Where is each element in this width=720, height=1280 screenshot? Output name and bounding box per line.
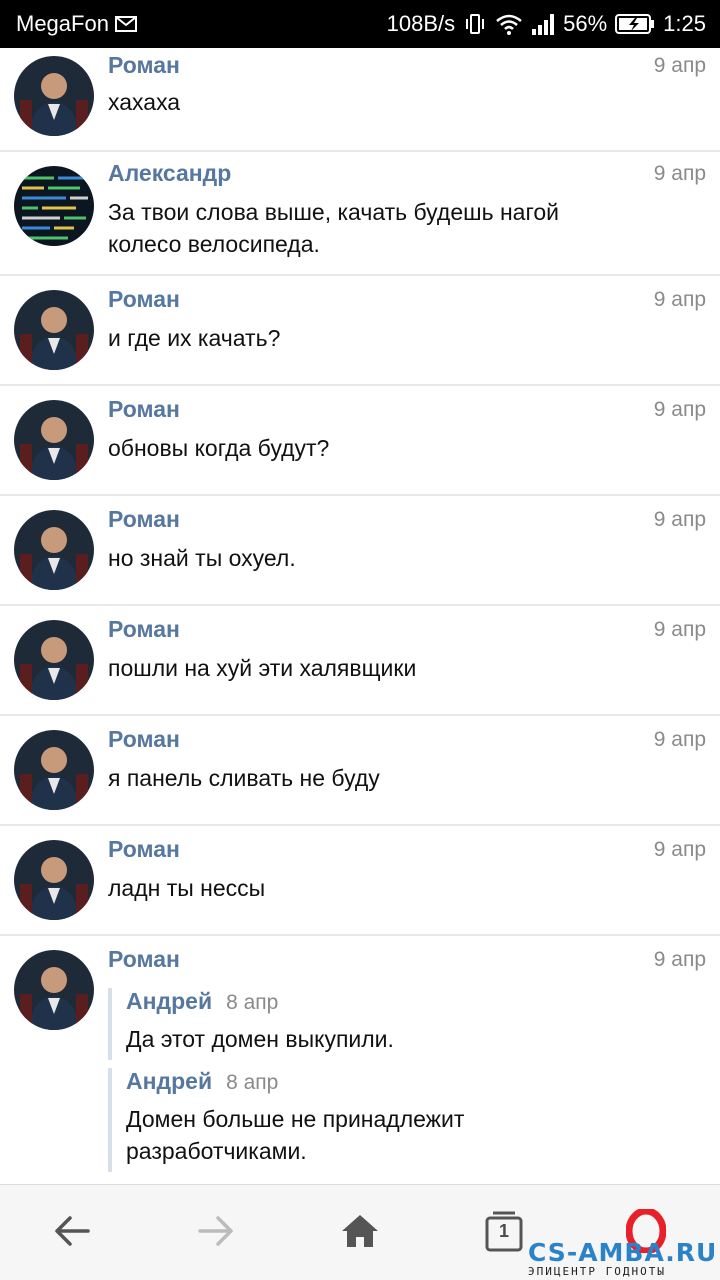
quoted-message[interactable]: Андрей 8 апр Домен больше не принадлежит … bbox=[108, 1068, 668, 1172]
message-author[interactable]: Роман bbox=[108, 836, 180, 863]
message-item[interactable]: Роман 9 апр и где их качать? bbox=[0, 276, 720, 386]
avatar[interactable] bbox=[14, 950, 94, 1030]
message-text: обновы когда будут? bbox=[108, 435, 330, 461]
message-author[interactable]: Роман bbox=[108, 726, 180, 753]
message-date: 9 апр bbox=[653, 618, 706, 641]
status-bar: MegaFon 108B/s 56% 1:25 bbox=[0, 0, 720, 48]
message-feed[interactable]: Роман 9 апр хахаха Александр 9 апр За тв… bbox=[0, 48, 720, 1184]
message-item[interactable]: Александр 9 апр За твои слова выше, кача… bbox=[0, 152, 720, 276]
avatar[interactable] bbox=[14, 166, 94, 246]
message-item[interactable]: Роман 9 апр но знай ты охуел. bbox=[0, 496, 720, 606]
message-text: и где их качать? bbox=[108, 325, 281, 351]
message-text: но знай ты охуел. bbox=[108, 545, 296, 571]
message-date: 9 апр bbox=[653, 162, 706, 185]
message-text: ладн ты нессы bbox=[108, 875, 266, 901]
message-date: 9 апр bbox=[653, 508, 706, 531]
clock: 1:25 bbox=[663, 11, 706, 36]
network-speed: 108B/s bbox=[386, 11, 456, 36]
quoted-author[interactable]: Андрей bbox=[126, 1068, 212, 1095]
avatar[interactable] bbox=[14, 56, 94, 136]
vibrate-icon bbox=[463, 12, 487, 36]
message-author[interactable]: Роман bbox=[108, 506, 180, 533]
forward-arrow-icon bbox=[198, 1215, 234, 1252]
quoted-text: Да этот домен выкупили. bbox=[126, 1026, 394, 1052]
message-date: 9 апр bbox=[653, 288, 706, 311]
avatar[interactable] bbox=[14, 290, 94, 370]
message-item[interactable]: Роман 9 апр хахаха bbox=[0, 48, 720, 152]
tabs-count: 1 bbox=[499, 1221, 510, 1241]
message-item[interactable]: Роман 9 апр обновы когда будут? bbox=[0, 386, 720, 496]
home-icon bbox=[340, 1213, 380, 1254]
mail-icon bbox=[114, 15, 137, 33]
message-date: 9 апр bbox=[653, 838, 706, 861]
message-author[interactable]: Роман bbox=[108, 946, 180, 973]
quoted-author[interactable]: Андрей bbox=[126, 988, 212, 1015]
avatar[interactable] bbox=[14, 510, 94, 590]
message-item[interactable]: Роман 9 апр Андрей 8 апр Да этот домен вы… bbox=[0, 936, 720, 1184]
message-item[interactable]: Роман 9 апр я панель сливать не буду bbox=[0, 716, 720, 826]
avatar[interactable] bbox=[14, 620, 94, 700]
quoted-message[interactable]: Андрей 8 апр Да этот домен выкупили. bbox=[108, 988, 668, 1060]
message-author[interactable]: Александр bbox=[108, 160, 231, 187]
signal-icon bbox=[531, 13, 555, 35]
battery-percent: 56% bbox=[563, 11, 608, 36]
message-date: 9 апр bbox=[653, 948, 706, 971]
site-watermark: CS-AMBA.RU ЭПИЦЕНТР ГОДНОТЫ bbox=[528, 1238, 718, 1280]
home-button[interactable] bbox=[326, 1199, 394, 1267]
message-item[interactable]: Роман 9 апр ладн ты нессы bbox=[0, 826, 720, 936]
message-text: хахаха bbox=[108, 89, 181, 115]
avatar[interactable] bbox=[14, 840, 94, 920]
quoted-date: 8 апр bbox=[226, 1071, 279, 1094]
battery-icon bbox=[615, 13, 655, 35]
message-text: За твои слова выше, качать будешь нагой … bbox=[108, 199, 559, 257]
back-button[interactable] bbox=[38, 1199, 106, 1267]
message-author[interactable]: Роман bbox=[108, 286, 180, 313]
message-text: пошли на хуй эти халявщики bbox=[108, 655, 417, 681]
message-author[interactable]: Роман bbox=[108, 396, 180, 423]
quoted-text: Домен больше не принадлежит разработчика… bbox=[126, 1106, 465, 1164]
back-arrow-icon bbox=[54, 1215, 90, 1252]
carrier-name: MegaFon bbox=[16, 11, 109, 36]
message-text: я панель сливать не буду bbox=[108, 765, 380, 791]
quoted-date: 8 апр bbox=[226, 991, 279, 1014]
message-author[interactable]: Роман bbox=[108, 616, 180, 643]
wifi-icon bbox=[495, 12, 523, 36]
message-date: 9 апр bbox=[653, 398, 706, 421]
avatar[interactable] bbox=[14, 730, 94, 810]
forward-button[interactable] bbox=[182, 1199, 250, 1267]
message-item[interactable]: Роман 9 апр пошли на хуй эти халявщики bbox=[0, 606, 720, 716]
watermark-text: CS-AMBA.RU bbox=[528, 1238, 718, 1267]
message-date: 9 апр bbox=[653, 728, 706, 751]
avatar[interactable] bbox=[14, 400, 94, 480]
message-date: 9 апр bbox=[653, 54, 706, 77]
message-author[interactable]: Роман bbox=[108, 52, 180, 79]
